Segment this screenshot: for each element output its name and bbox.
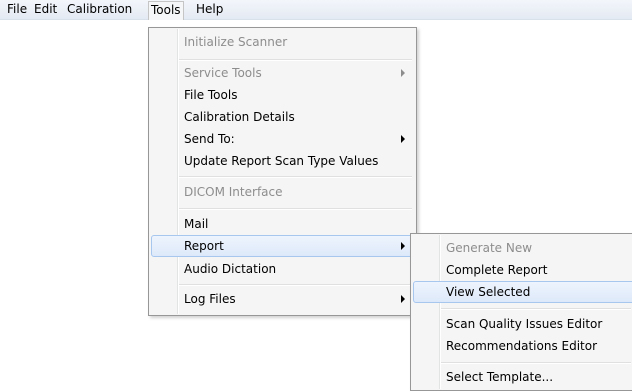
menu-calibration[interactable]: Calibration [64,2,135,17]
menu-item-dicom-interface: DICOM Interface [151,181,414,203]
menu-item-complete-report[interactable]: Complete Report [413,259,632,281]
menu-item-label: DICOM Interface [184,185,283,199]
menu-item-send-to[interactable]: Send To: [151,128,414,150]
menu-item-update-report-scan-type-values[interactable]: Update Report Scan Type Values [151,150,414,172]
menu-item-calibration-details[interactable]: Calibration Details [151,106,414,128]
chevron-right-icon [401,135,405,143]
menu-item-scan-quality-issues-editor[interactable]: Scan Quality Issues Editor [413,313,632,335]
menu-item-label: Complete Report [446,263,548,277]
chevron-right-icon [401,69,405,77]
menu-item-label: Scan Quality Issues Editor [446,317,603,331]
chevron-right-icon [401,295,405,303]
menu-item-label: Mail [184,217,209,231]
menu-item-report[interactable]: Report [151,235,414,257]
menu-item-initialize-scanner: Initialize Scanner [151,31,414,53]
menu-item-label: Calibration Details [184,110,295,124]
menu-separator [179,176,412,178]
menu-item-label: Recommendations Editor [446,339,598,353]
menu-item-label: Report [184,239,224,253]
menu-separator [441,362,631,364]
menu-item-label: Log Files [184,292,236,306]
menu-item-label: Update Report Scan Type Values [184,154,379,168]
report-submenu: Generate New Complete Report View Select… [410,233,632,391]
menu-item-file-tools[interactable]: File Tools [151,84,414,106]
menu-file[interactable]: File [4,2,30,17]
menu-item-recommendations-editor[interactable]: Recommendations Editor [413,335,632,357]
menu-edit[interactable]: Edit [31,2,60,17]
menu-item-label: Send To: [184,132,235,146]
chevron-right-icon [401,242,405,250]
menu-separator [179,59,412,61]
menu-item-label: Service Tools [184,66,262,80]
menu-item-label: Initialize Scanner [184,35,288,49]
tools-menu: Initialize Scanner Service Tools File To… [148,27,417,316]
menu-item-log-files[interactable]: Log Files [151,288,414,310]
menu-separator [179,208,412,210]
menu-item-label: Select Template... [446,370,554,384]
menu-tools[interactable]: Tools [148,1,184,20]
menu-item-label: Generate New [446,241,533,255]
menu-separator [441,308,631,310]
menu-help[interactable]: Help [193,2,226,17]
menu-item-label: File Tools [184,88,238,102]
menu-item-label: View Selected [446,285,531,299]
menu-item-service-tools: Service Tools [151,62,414,84]
menu-item-audio-dictation[interactable]: Audio Dictation [151,258,414,280]
menu-bar: File Edit Calibration Tools Help [0,0,632,20]
menu-separator [179,284,412,286]
menu-item-generate-new: Generate New [413,237,632,259]
menu-item-label: Audio Dictation [184,262,277,276]
menu-item-mail[interactable]: Mail [151,213,414,235]
menu-item-select-template[interactable]: Select Template... [413,366,632,388]
menu-item-view-selected[interactable]: View Selected [413,281,632,303]
